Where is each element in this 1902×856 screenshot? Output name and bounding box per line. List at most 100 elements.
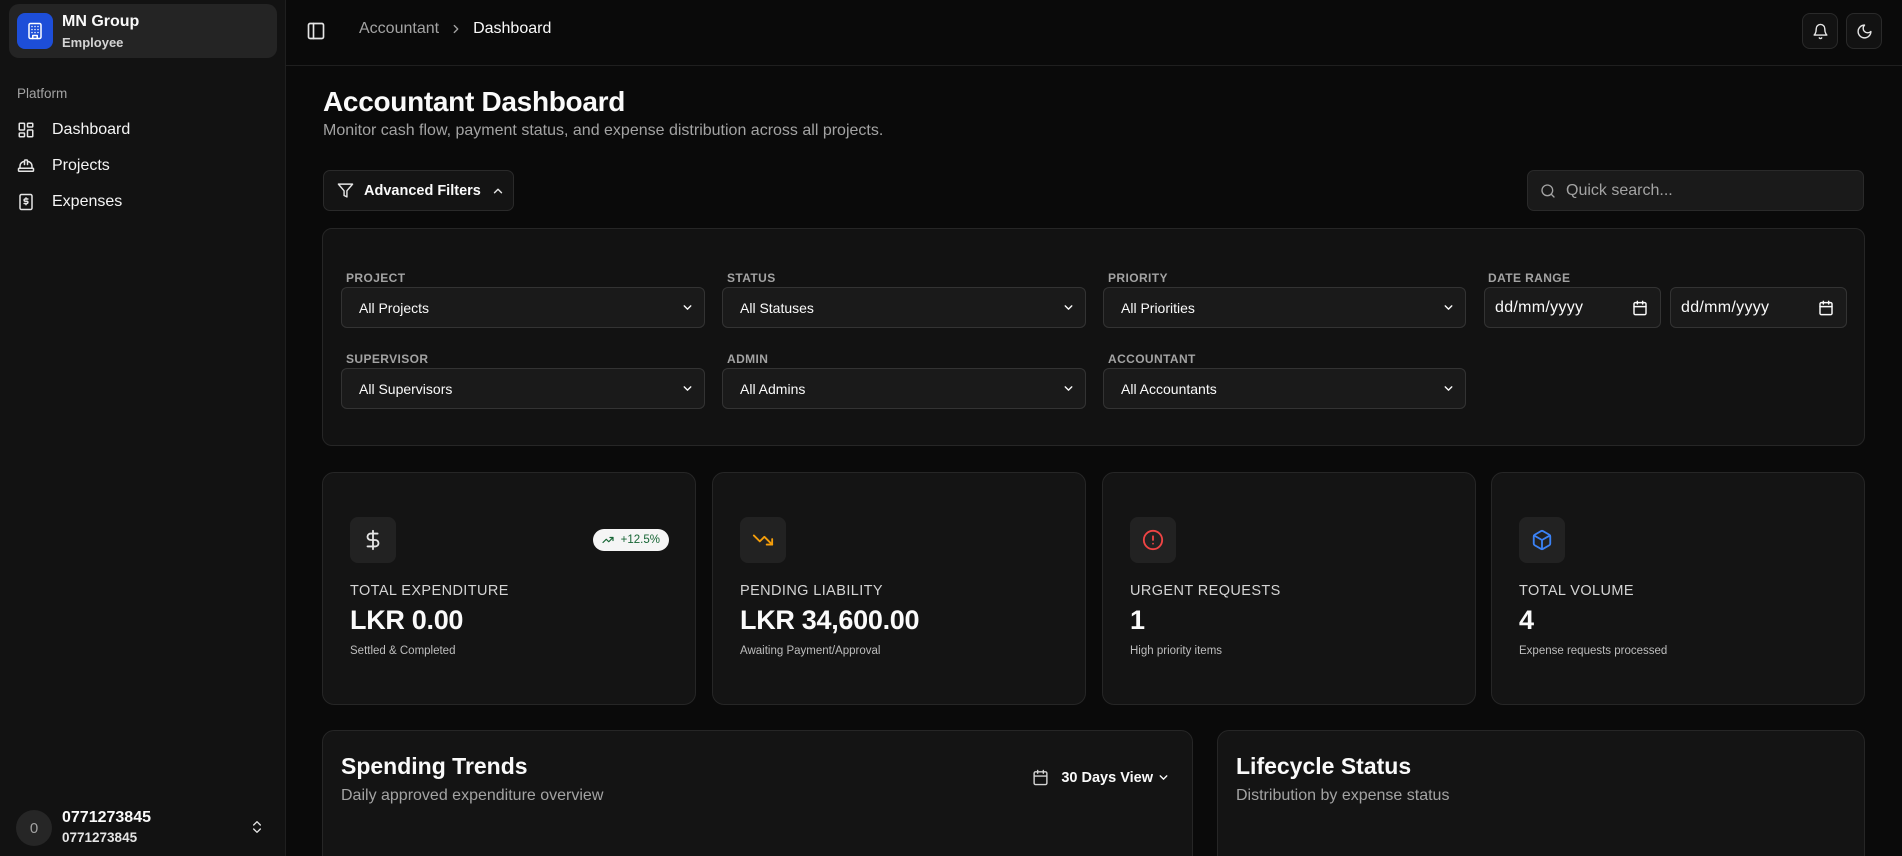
org-role: Employee — [62, 35, 124, 50]
stat-note: Expense requests processed — [1519, 645, 1668, 657]
quick-search — [1527, 170, 1864, 211]
trend-badge: +12.5% — [592, 529, 669, 551]
priority-select[interactable]: All Priorities — [1103, 287, 1466, 328]
stat-card-urgent-requests: URGENT REQUESTS 1 High priority items — [1102, 472, 1476, 705]
page-subtitle: Monitor cash flow, payment status, and e… — [323, 122, 884, 139]
filter-icon — [337, 182, 354, 199]
status-filter-label: STATUS — [727, 271, 776, 285]
supervisor-select[interactable]: All Supervisors — [341, 368, 705, 409]
stat-note: High priority items — [1130, 645, 1223, 657]
stat-value: LKR 34,600.00 — [740, 605, 920, 635]
search-input[interactable] — [1566, 181, 1846, 200]
panel-title: Lifecycle Status — [1236, 753, 1412, 779]
spending-trends-panel: Spending Trends Daily approved expenditu… — [322, 730, 1193, 856]
sidebar-item-label: Dashboard — [52, 121, 131, 138]
user-sub: 0771273845 — [62, 830, 138, 845]
user-name: 0771273845 — [62, 809, 151, 826]
avatar: 0 — [16, 810, 52, 846]
accountant-select[interactable]: All Accountants — [1103, 368, 1466, 409]
stat-value: 1 — [1130, 605, 1145, 635]
chevron-down-icon — [681, 301, 694, 314]
search-icon — [1540, 183, 1556, 199]
stat-card-pending-liability: PENDING LIABILITY LKR 34,600.00 Awaiting… — [712, 472, 1086, 705]
advanced-filters-label: Advanced Filters — [364, 182, 481, 199]
admin-filter-label: ADMIN — [727, 352, 769, 366]
stat-label: PENDING LIABILITY — [740, 583, 883, 599]
breadcrumb-current: Dashboard — [473, 20, 552, 37]
calendar-icon — [1632, 300, 1648, 316]
stat-card-total-expenditure: +12.5% TOTAL EXPENDITURE LKR 0.00 Settle… — [322, 472, 696, 705]
date-from-input[interactable]: dd/mm/yyyy — [1484, 287, 1661, 328]
breadcrumb-parent[interactable]: Accountant — [359, 20, 439, 38]
chevron-down-icon — [1062, 382, 1075, 395]
supervisor-filter-label: SUPERVISOR — [346, 352, 429, 366]
sidebar-item-projects[interactable]: Projects — [9, 150, 277, 182]
stat-note: Awaiting Payment/Approval — [740, 645, 881, 657]
supervisor-select-value: All Supervisors — [359, 380, 453, 397]
layout-grid-icon — [17, 121, 35, 139]
chevron-up-icon — [491, 184, 505, 198]
chevron-down-icon — [1062, 301, 1075, 314]
trending-up-icon — [602, 534, 621, 546]
date-from-value: dd/mm/yyyy — [1495, 298, 1584, 316]
date-to-value: dd/mm/yyyy — [1681, 298, 1770, 316]
date-to-input[interactable]: dd/mm/yyyy — [1670, 287, 1847, 328]
priority-filter-label: PRIORITY — [1108, 271, 1168, 285]
stat-card-total-volume: TOTAL VOLUME 4 Expense requests processe… — [1491, 472, 1865, 705]
trending-down-icon — [740, 517, 786, 563]
notifications-button[interactable] — [1802, 13, 1838, 49]
admin-select[interactable]: All Admins — [722, 368, 1086, 409]
range-view-dropdown[interactable]: 30 Days View — [1032, 769, 1170, 786]
nav-section-label: Platform — [17, 86, 68, 101]
date-range-label: DATE RANGE — [1488, 271, 1571, 285]
stat-label: TOTAL VOLUME — [1519, 583, 1634, 599]
hard-hat-icon — [17, 157, 35, 175]
sidebar-item-label: Projects — [52, 157, 110, 174]
chevron-down-icon — [1442, 382, 1455, 395]
chevron-right-icon — [449, 22, 463, 36]
org-switcher[interactable]: MN Group Employee — [9, 4, 277, 58]
lifecycle-status-panel: Lifecycle Status Distribution by expense… — [1217, 730, 1865, 856]
trend-badge-value: +12.5% — [620, 534, 660, 546]
sidebar: MN Group Employee Platform Dashboard Pro… — [0, 0, 286, 856]
moon-icon — [1856, 23, 1873, 40]
chevron-down-icon — [1442, 301, 1455, 314]
page-title: Accountant Dashboard — [323, 86, 626, 117]
project-filter-label: PROJECT — [346, 271, 406, 285]
advanced-filters-button[interactable]: Advanced Filters — [323, 170, 514, 211]
user-menu[interactable]: 0 0771273845 0771273845 — [9, 804, 277, 852]
panel-subtitle: Distribution by expense status — [1236, 787, 1450, 804]
receipt-icon — [17, 193, 35, 211]
panel-left-icon[interactable] — [306, 21, 326, 41]
sidebar-item-label: Expenses — [52, 193, 123, 210]
box-icon — [1519, 517, 1565, 563]
status-select-value: All Statuses — [740, 299, 814, 316]
filters-panel: PROJECT All Projects STATUS All Statuses… — [322, 228, 1865, 446]
priority-select-value: All Priorities — [1121, 299, 1195, 316]
accountant-filter-label: ACCOUNTANT — [1108, 352, 1196, 366]
building-icon — [17, 13, 53, 49]
range-view-label: 30 Days View — [1061, 769, 1153, 786]
theme-toggle-button[interactable] — [1846, 13, 1882, 49]
breadcrumb: Accountant Dashboard — [359, 20, 551, 38]
bell-icon — [1812, 23, 1829, 40]
chevron-down-icon — [1157, 771, 1170, 784]
admin-select-value: All Admins — [740, 380, 806, 397]
sidebar-item-expenses[interactable]: Expenses — [9, 186, 277, 218]
stat-value: LKR 0.00 — [350, 605, 464, 635]
chevrons-up-down-icon — [249, 819, 265, 835]
stat-value: 4 — [1519, 605, 1534, 635]
alert-circle-icon — [1130, 517, 1176, 563]
status-select[interactable]: All Statuses — [722, 287, 1086, 328]
accountant-select-value: All Accountants — [1121, 380, 1217, 397]
panel-subtitle: Daily approved expenditure overview — [341, 787, 604, 804]
project-select-value: All Projects — [359, 299, 430, 316]
panel-title: Spending Trends — [341, 753, 528, 779]
stat-label: TOTAL EXPENDITURE — [350, 583, 509, 599]
calendar-icon — [1818, 300, 1834, 316]
dollar-icon — [350, 517, 396, 563]
project-select[interactable]: All Projects — [341, 287, 705, 328]
sidebar-item-dashboard[interactable]: Dashboard — [9, 114, 277, 146]
org-name: MN Group — [62, 13, 140, 30]
stat-note: Settled & Completed — [350, 645, 456, 657]
